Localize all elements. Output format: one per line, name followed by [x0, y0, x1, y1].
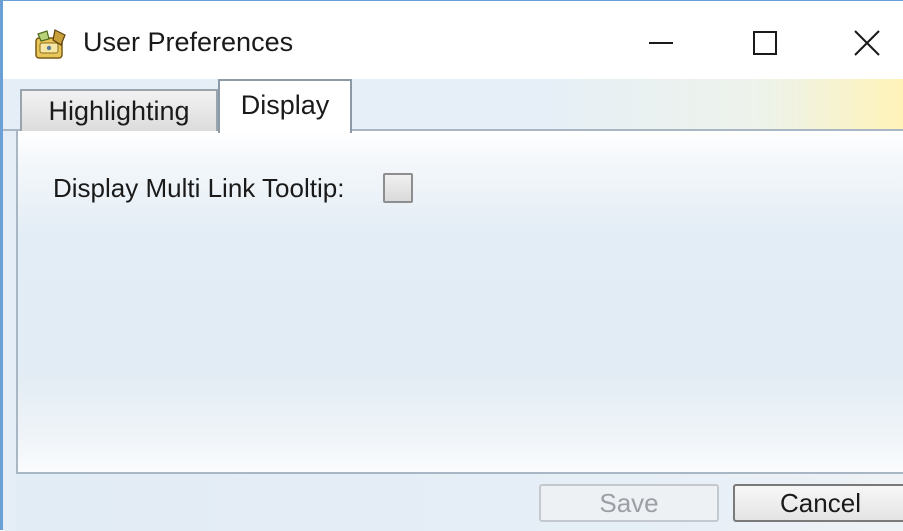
tab-strip: Highlighting Display: [3, 79, 903, 133]
tab-display-label: Display: [240, 89, 330, 120]
close-icon: [853, 29, 881, 57]
tab-highlighting[interactable]: Highlighting: [20, 89, 218, 131]
multi-link-tooltip-label: Display Multi Link Tooltip:: [53, 173, 345, 203]
selected-tab-joint: [220, 127, 350, 133]
tab-display[interactable]: Display: [218, 79, 352, 133]
save-button[interactable]: Save: [539, 484, 719, 522]
cancel-button[interactable]: Cancel: [733, 484, 903, 522]
tab-highlighting-label: Highlighting: [48, 95, 190, 126]
window-title: User Preferences: [83, 27, 294, 57]
minimize-icon: [648, 30, 674, 56]
user-preferences-window: User Preferences Highlighting Display Di…: [0, 0, 903, 531]
title-bar[interactable]: User Preferences: [3, 1, 903, 79]
display-tab-panel: Display Multi Link Tooltip:: [16, 131, 903, 474]
dialog-footer: Save Cancel: [16, 474, 903, 531]
dialog-client-area: Highlighting Display Display Multi Link …: [3, 79, 903, 531]
close-button[interactable]: [827, 15, 903, 71]
minimize-button[interactable]: [621, 15, 701, 71]
multi-link-tooltip-checkbox[interactable]: [383, 173, 413, 203]
maximize-button[interactable]: [725, 15, 805, 71]
preferences-app-icon: [33, 27, 69, 61]
maximize-icon: [752, 30, 778, 56]
